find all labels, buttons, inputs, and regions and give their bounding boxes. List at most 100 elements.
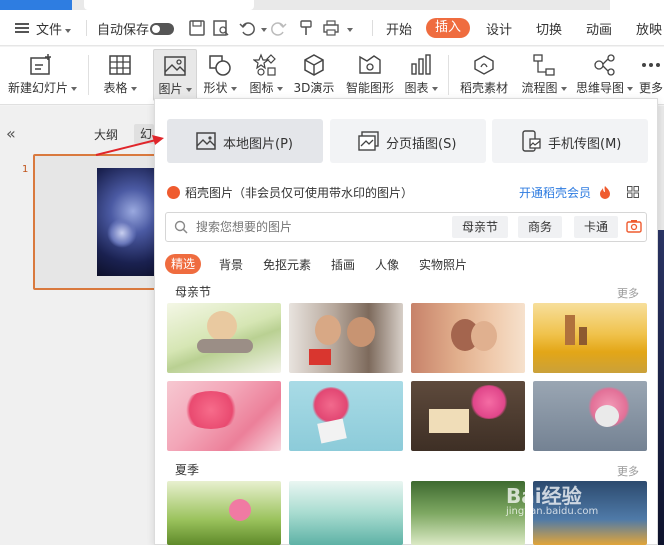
save-icon[interactable] (188, 19, 206, 37)
tab-outline[interactable]: 大纲 (94, 126, 118, 143)
autosave-toggle[interactable] (150, 23, 174, 35)
menu-icon[interactable] (15, 23, 29, 33)
section-more-summer[interactable]: 更多 (617, 463, 639, 479)
thumbnail-detail (309, 349, 331, 365)
flowchart-button[interactable]: 流程图 (518, 49, 570, 101)
chevron-down-icon (185, 87, 192, 92)
picture-button[interactable]: 图片 (153, 49, 197, 101)
thumbnail-detail (471, 321, 497, 351)
category-photo[interactable]: 实物照片 (419, 256, 467, 273)
picture-thumbnail[interactable] (289, 381, 403, 451)
picture-search-box: 母亲节 商务 卡通 (165, 212, 647, 242)
tab-home[interactable]: 开始 (386, 19, 412, 38)
flowchart-icon (533, 54, 555, 76)
slide-thumbnail[interactable] (33, 154, 158, 290)
file-menu-label: 文件 (36, 23, 63, 38)
picture-label: 图片 (154, 80, 196, 97)
watermark-logo: Bai经验 jingyan.baidu.com (506, 480, 646, 524)
picture-thumbnail[interactable] (289, 303, 403, 373)
3d-demo-button[interactable]: 3D演示 (292, 49, 336, 101)
picture-thumbnail[interactable] (533, 381, 647, 451)
more-button[interactable]: 更多 (638, 49, 664, 101)
section-title-summer: 夏季 (175, 463, 200, 477)
cube-icon (304, 54, 324, 76)
category-illustration[interactable]: 插画 (331, 256, 355, 273)
smart-art-label: 智能图形 (345, 81, 394, 95)
picture-icon (164, 56, 186, 76)
window-tab-other[interactable] (610, 0, 664, 10)
grid-view-icon[interactable] (627, 186, 639, 198)
picture-thumbnail[interactable] (167, 481, 281, 545)
section-more-mothers-day[interactable]: 更多 (617, 285, 639, 301)
chart-button[interactable]: 图表 (402, 49, 440, 101)
daoke-material-button[interactable]: 稻壳素材 (456, 49, 512, 101)
picture-thumbnail[interactable] (289, 481, 403, 545)
smart-art-icon (359, 55, 381, 74)
file-menu[interactable]: 文件 (36, 19, 72, 38)
search-chip-business[interactable]: 商务 (518, 216, 563, 238)
category-background[interactable]: 背景 (219, 256, 243, 273)
local-picture-icon (196, 132, 216, 150)
camera-search-icon[interactable] (626, 219, 642, 233)
window-tab-document[interactable] (84, 0, 254, 10)
mindmap-button[interactable]: 思维导图 (576, 49, 634, 101)
picture-thumbnail[interactable] (167, 381, 281, 451)
picture-thumbnail[interactable] (533, 303, 647, 373)
thumbnail-detail (595, 405, 619, 427)
picture-thumbnail[interactable] (411, 381, 525, 451)
category-cutout[interactable]: 免抠元素 (263, 256, 311, 273)
chevron-down-icon (65, 28, 72, 33)
chevron-down-icon (130, 86, 137, 91)
category-portrait[interactable]: 人像 (375, 256, 399, 273)
daoke-picture-title: 稻壳图片（非会员仅可使用带水印的图片） (185, 186, 414, 200)
paged-insert-icon (358, 131, 379, 151)
undo-icon[interactable] (238, 19, 256, 37)
search-chip-mothers-day[interactable]: 母亲节 (452, 216, 509, 238)
smart-art-button[interactable]: 智能图形 (344, 49, 396, 101)
thumbnail-detail (207, 311, 237, 341)
collapse-panel-icon[interactable]: « (6, 124, 16, 143)
undo-dropdown-icon[interactable] (261, 28, 267, 32)
section-title-mothers-day: 母亲节 (175, 285, 212, 299)
format-painter-icon[interactable] (298, 19, 316, 37)
thumbnail-detail (579, 327, 587, 345)
shape-button[interactable]: 形状 (200, 49, 240, 101)
local-picture-button[interactable]: 本地图片(P) (167, 119, 323, 163)
phone-transfer-button[interactable]: 手机传图(M) (492, 119, 648, 163)
flame-icon (600, 186, 610, 199)
picture-text: 图片 (158, 82, 183, 96)
shape-text: 形状 (203, 81, 228, 95)
print-dropdown-icon[interactable] (347, 28, 353, 32)
paged-insert-button[interactable]: 分页插图(S) (330, 119, 486, 163)
new-slide-label: 新建幻灯片 (8, 79, 78, 96)
icon-library-label: 图标 (246, 79, 286, 96)
category-featured[interactable]: 精选 (165, 254, 202, 274)
insert-ribbon: 新建幻灯片 表格 图片 形状 图标 3D演示 智能图形 图表 稻壳素材 流程图 … (0, 47, 664, 105)
tab-slideshow[interactable]: 放映 (636, 19, 662, 38)
icon-library-button[interactable]: 图标 (246, 49, 286, 101)
ribbon-separator (88, 55, 89, 95)
open-vip-link[interactable]: 开通稻壳会员 (519, 184, 591, 201)
picture-thumbnail[interactable] (411, 303, 525, 373)
thumbnail-detail (197, 339, 253, 353)
paged-insert-label: 分页插图(S) (386, 137, 457, 152)
chart-label: 图表 (402, 79, 440, 96)
tab-insert[interactable]: 插入 (426, 18, 470, 38)
chevron-down-icon (71, 86, 78, 91)
print-icon[interactable] (322, 19, 340, 37)
picture-thumbnail[interactable] (167, 303, 281, 373)
search-chip-cartoon[interactable]: 卡通 (574, 216, 619, 238)
redo-icon[interactable] (270, 19, 288, 37)
picture-search-input[interactable] (196, 217, 446, 237)
tab-slides[interactable]: 幻 (134, 124, 154, 144)
print-preview-icon[interactable] (212, 19, 230, 37)
new-slide-text: 新建幻灯片 (8, 81, 69, 95)
table-button[interactable]: 表格 (98, 49, 142, 101)
tab-animation[interactable]: 动画 (586, 19, 612, 38)
watermark-url: jingyan.baidu.com (506, 506, 599, 517)
window-tab-active[interactable] (0, 0, 72, 10)
new-slide-button[interactable]: 新建幻灯片 (8, 49, 78, 101)
phone-transfer-label: 手机传图(M) (548, 137, 622, 152)
tab-design[interactable]: 设计 (486, 19, 512, 38)
tab-transition[interactable]: 切换 (536, 19, 562, 38)
